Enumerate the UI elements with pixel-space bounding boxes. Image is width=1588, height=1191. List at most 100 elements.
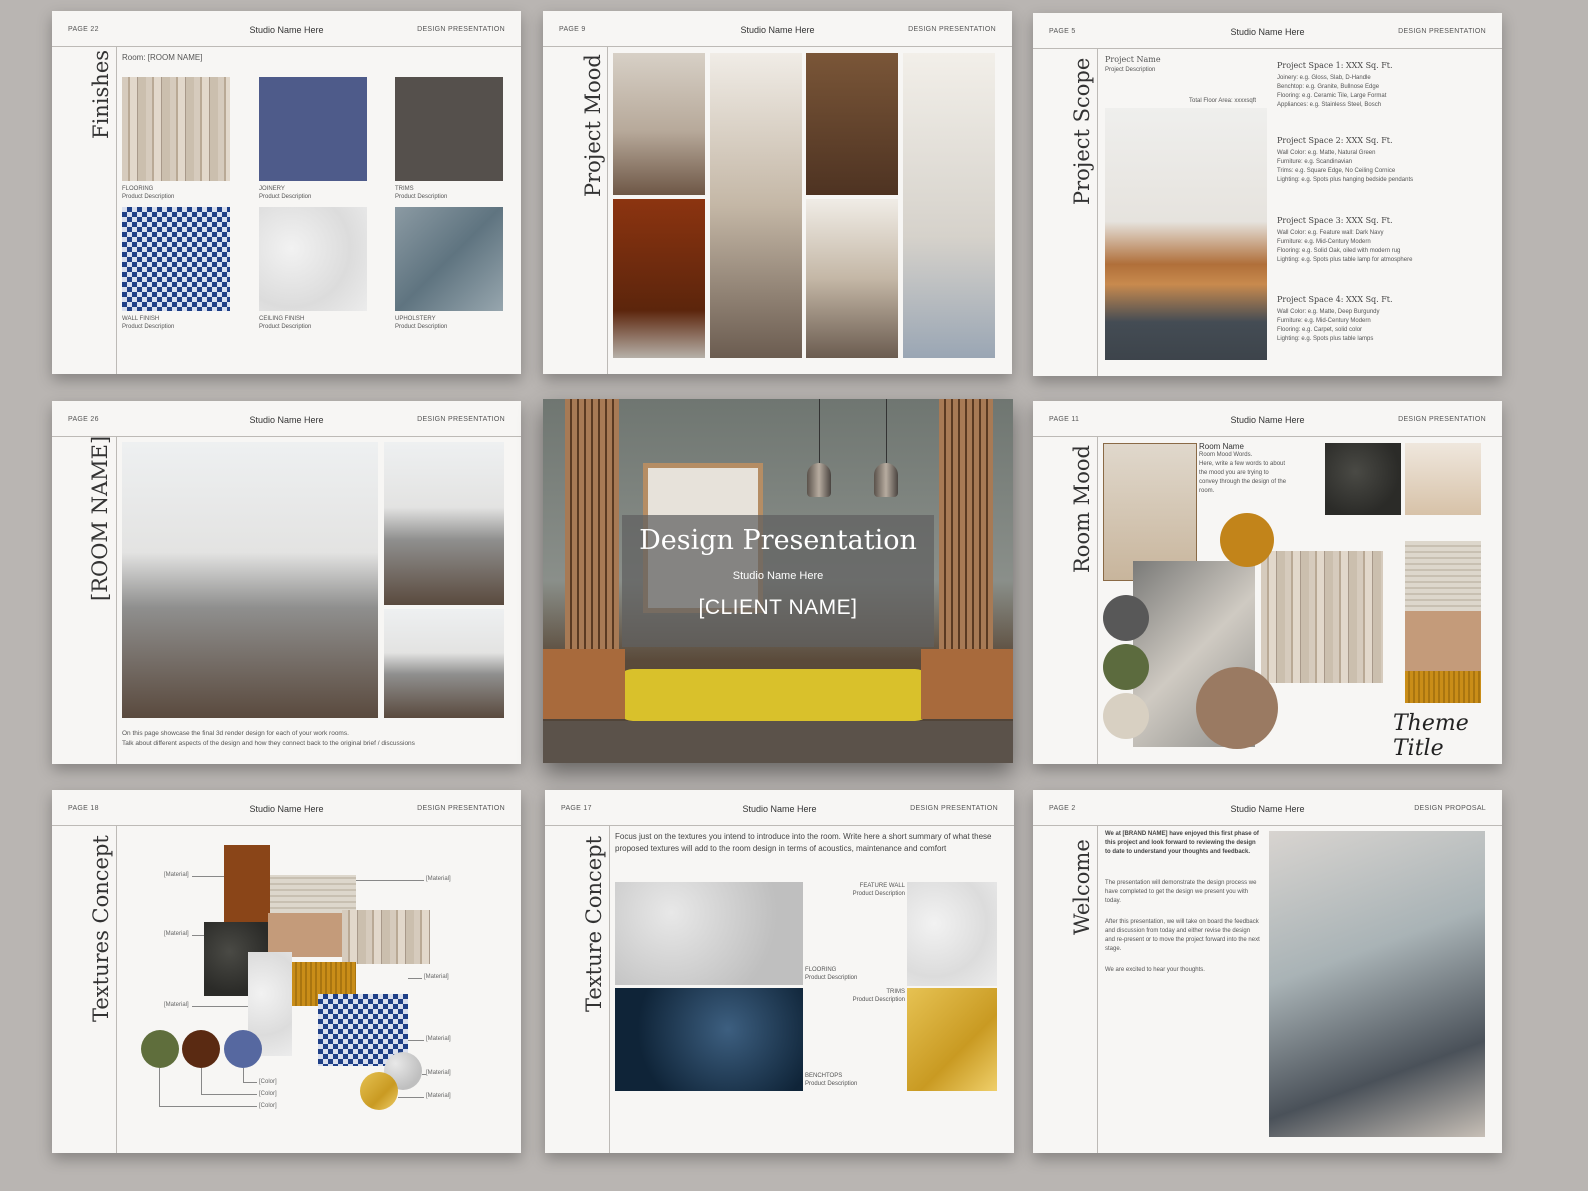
mood-photo (613, 199, 705, 358)
slide-header: PAGE 26 Studio Name Here DESIGN PRESENTA… (52, 401, 521, 437)
color-swatch (224, 1030, 262, 1068)
slide-title: Room Mood (1070, 445, 1094, 573)
slide-textures-concept[interactable]: PAGE 18 Studio Name Here DESIGN PRESENTA… (52, 790, 521, 1153)
welcome-lead: We at [BRAND NAME] have enjoyed this fir… (1105, 831, 1259, 855)
joinery-swatch (259, 77, 367, 181)
mood-photo (710, 53, 802, 358)
cover-title: Design Presentation (639, 525, 917, 556)
texture-label: BENCHTOPS Product Description (805, 1073, 858, 1088)
upholstery-swatch (395, 207, 503, 311)
material-label: [Material] (426, 876, 451, 882)
render-caption: On this page showcase the final 3d rende… (122, 730, 415, 747)
benchtop-texture (615, 988, 803, 1091)
leader-line (408, 1040, 424, 1041)
pendant-wire (819, 399, 820, 463)
feature-wall-texture (907, 882, 997, 986)
slide-header: PAGE 17 Studio Name Here DESIGN PRESENTA… (545, 790, 1014, 826)
material-label: [Material] (426, 1093, 451, 1099)
vertical-divider (116, 826, 117, 1153)
slide-header: PAGE 5 Studio Name Here DESIGN PRESENTAT… (1033, 13, 1502, 49)
leader-line (356, 880, 424, 881)
document-type: DESIGN PRESENTATION (417, 26, 505, 33)
slide-header: PAGE 22 Studio Name Here DESIGN PRESENTA… (52, 11, 521, 47)
cover-client-name: [CLIENT NAME] (698, 596, 858, 619)
wood-slat-panel (565, 399, 619, 653)
document-type: DESIGN PRESENTATION (417, 805, 505, 812)
linen-texture (1405, 611, 1481, 671)
slide-title: [ROOM NAME] (88, 435, 112, 601)
color-swatch (1196, 667, 1278, 749)
vertical-divider (1097, 49, 1098, 376)
document-type: DESIGN PRESENTATION (908, 26, 996, 33)
scope-space: Project Space 2: XXX Sq. Ft. Wall Color:… (1277, 136, 1414, 183)
lamp-photo (1405, 443, 1481, 515)
welcome-paragraph: We are excited to hear your thoughts. (1105, 967, 1205, 973)
color-swatch (141, 1030, 179, 1068)
material-label: [Material] (164, 1002, 189, 1008)
slide-welcome[interactable]: PAGE 2 Studio Name Here DESIGN PROPOSAL … (1033, 790, 1502, 1153)
mood-photo (806, 53, 898, 195)
yellow-sofa (615, 669, 933, 721)
leader-line (243, 1068, 244, 1082)
pendant-wire (886, 399, 887, 463)
theme-title-signature: Theme Title (1393, 711, 1469, 761)
room-mood-body: Here, write a few words to about the moo… (1199, 461, 1287, 494)
slide-title: Project Scope (1070, 57, 1094, 205)
leader-line (408, 978, 422, 979)
slide-title: Texture Concept (582, 835, 606, 1012)
room-mood-subheading: Room Mood Words. (1199, 452, 1253, 458)
color-label: [Color] (259, 1091, 277, 1097)
ceiling-finish-swatch (259, 207, 367, 311)
leader-line (398, 1097, 424, 1098)
color-swatch (1103, 693, 1149, 739)
side-table (543, 649, 625, 719)
swatch-label: CEILING FINISH Product Description (259, 316, 312, 331)
render-detail (384, 609, 504, 718)
slide-cover[interactable]: Design Presentation Studio Name Here [CL… (543, 399, 1013, 763)
flooring-swatch (122, 77, 230, 181)
vertical-divider (1097, 826, 1098, 1153)
slide-room-mood[interactable]: PAGE 11 Studio Name Here DESIGN PRESENTA… (1033, 401, 1502, 764)
texture-label: TRIMS Product Description (852, 989, 905, 1004)
render-main (122, 442, 378, 718)
material-label: [Material] (424, 974, 449, 980)
leader-line (192, 876, 224, 877)
vertical-divider (116, 47, 117, 374)
color-swatch (1103, 644, 1149, 690)
leader-line (422, 1074, 426, 1075)
swatch-label: WALL FINISH Product Description (122, 316, 175, 331)
slide-title: Finishes (89, 49, 113, 139)
wood-texture (342, 910, 430, 964)
document-type: DESIGN PROPOSAL (1414, 805, 1486, 812)
knit-texture (270, 875, 356, 913)
leader-line (192, 1006, 248, 1007)
material-label: [Material] (426, 1070, 451, 1076)
slide-room-render[interactable]: PAGE 26 Studio Name Here DESIGN PRESENTA… (52, 401, 521, 764)
slide-title: Textures Concept (89, 835, 113, 1022)
mood-photo (806, 199, 898, 358)
leader-line (201, 1094, 257, 1095)
slide-project-mood[interactable]: PAGE 9 Studio Name Here DESIGN PRESENTAT… (543, 11, 1012, 374)
swatch-label: JOINERY Product Description (259, 186, 312, 201)
vertical-divider (116, 437, 117, 764)
slide-header: PAGE 9 Studio Name Here DESIGN PRESENTAT… (543, 11, 1012, 47)
welcome-paragraph: The presentation will demonstrate the de… (1105, 880, 1257, 904)
slide-title: Welcome (1070, 839, 1094, 935)
texture-label: FEATURE WALL Product Description (852, 883, 905, 898)
trims-swatch (395, 77, 503, 181)
pendant-lamp-icon (874, 463, 898, 497)
slide-project-scope[interactable]: PAGE 5 Studio Name Here DESIGN PRESENTAT… (1033, 13, 1502, 376)
wood-texture (1261, 551, 1383, 683)
slide-title: Project Mood (581, 54, 605, 197)
slide-finishes[interactable]: PAGE 22 Studio Name Here DESIGN PRESENTA… (52, 11, 521, 374)
scope-space: Project Space 4: XXX Sq. Ft. Wall Color:… (1277, 295, 1393, 342)
leader-line (159, 1106, 257, 1107)
color-label: [Color] (259, 1103, 277, 1109)
slide-texture-concept[interactable]: PAGE 17 Studio Name Here DESIGN PRESENTA… (545, 790, 1014, 1153)
slide-header: PAGE 18 Studio Name Here DESIGN PRESENTA… (52, 790, 521, 826)
vertical-divider (607, 47, 608, 374)
mood-photo (903, 53, 995, 358)
pendant-lamp-icon (807, 463, 831, 497)
material-label: [Material] (164, 872, 189, 878)
leader-line (192, 935, 204, 936)
